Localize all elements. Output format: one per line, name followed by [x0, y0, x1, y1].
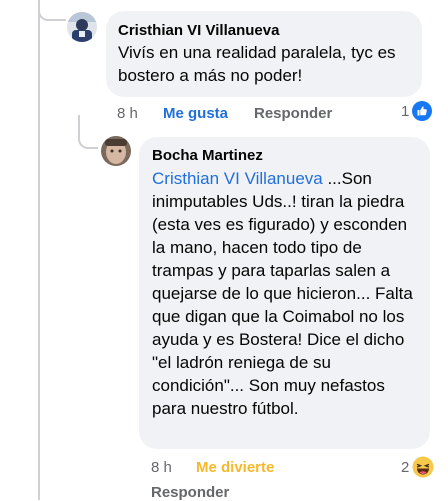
thread-branch [38, 0, 66, 21]
reply-body: ...Son inimputables Uds..! tiran la pied… [152, 169, 413, 418]
reply-actions: 8 h Me divierte [151, 459, 411, 479]
avatar-bocha[interactable] [101, 136, 131, 166]
thread-line [38, 0, 40, 500]
reply-reaction-count: 2 [401, 458, 410, 476]
reply-branch [78, 125, 98, 149]
reaction-summary[interactable]: 1 [401, 101, 433, 121]
reply-reaction-summary[interactable]: 2 [401, 456, 434, 478]
avatar-cristhian[interactable] [67, 12, 97, 42]
haha-icon [412, 456, 434, 478]
mention-link[interactable]: Cristhian VI Villanueva [152, 169, 323, 188]
comment-actions: 8 h Me gusta Responder [117, 105, 407, 125]
reaction-count: 1 [401, 102, 410, 120]
reply-reply-button[interactable]: Responder [151, 484, 229, 501]
like-button[interactable]: Me gusta [163, 105, 228, 122]
like-icon [412, 101, 433, 121]
reply-button[interactable]: Responder [254, 105, 332, 122]
comment-author[interactable]: Cristhian VI Villanueva [118, 22, 410, 39]
reply-bubble: Bocha Martinez Cristhian VI Villanueva .… [139, 137, 430, 449]
comment-text: Vivís en una realidad paralela, tyc es b… [118, 43, 396, 85]
reply-text: Cristhian VI Villanueva ...Son inimputab… [152, 167, 417, 420]
reply-actions-row2: Responder [151, 484, 271, 501]
haha-reaction-button[interactable]: Me divierte [196, 459, 274, 476]
reply-author[interactable]: Bocha Martinez [152, 147, 417, 164]
comment-bubble: Cristhian VI Villanueva Vivís en una rea… [106, 11, 422, 97]
reply-time[interactable]: 8 h [151, 459, 172, 476]
comment-time[interactable]: 8 h [117, 105, 138, 122]
